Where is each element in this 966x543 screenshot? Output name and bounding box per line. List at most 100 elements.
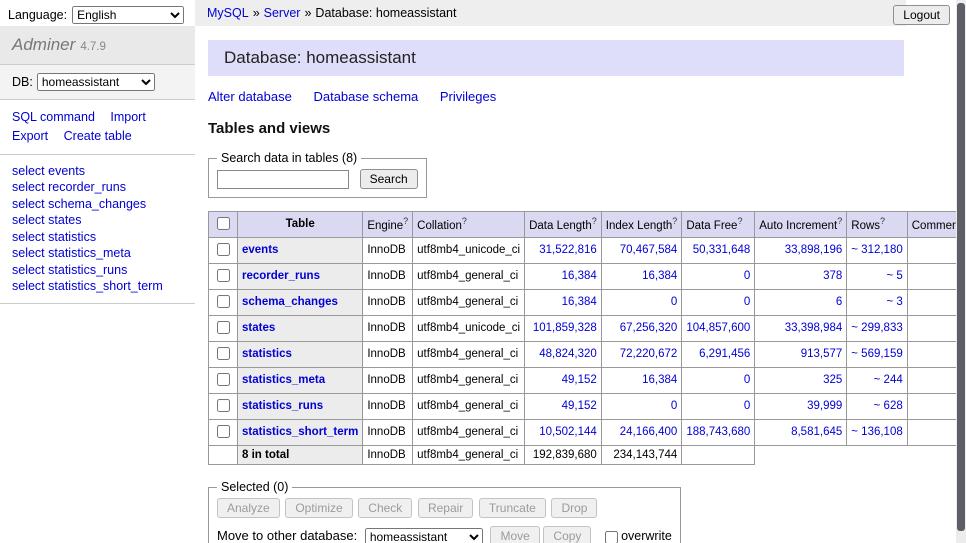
table-link[interactable]: statistics	[242, 348, 292, 360]
database-schema-link[interactable]: Database schema	[313, 89, 418, 104]
sidebar-table-link[interactable]: schema_changes	[48, 197, 146, 211]
index-length-link[interactable]: 70,467,584	[620, 244, 678, 256]
help-link[interactable]: ?	[672, 216, 677, 226]
data-free-link[interactable]: 6,291,456	[699, 348, 750, 360]
help-link[interactable]: ?	[403, 216, 408, 226]
row-checkbox[interactable]	[217, 321, 230, 334]
row-checkbox[interactable]	[217, 243, 230, 256]
select-all-checkbox[interactable]	[217, 217, 230, 230]
auto-increment-link[interactable]: 39,999	[807, 400, 842, 412]
rows-count-link[interactable]: ~ 136,108	[851, 426, 902, 438]
rows-count-link[interactable]: ~ 299,833	[851, 322, 902, 334]
rows-count-link[interactable]: ~ 5	[886, 270, 902, 282]
data-free-link[interactable]: 0	[744, 400, 750, 412]
truncate-button[interactable]: Truncate	[479, 498, 546, 518]
help-link[interactable]: ?	[462, 216, 467, 226]
search-input[interactable]	[217, 170, 349, 189]
help-link[interactable]: ?	[880, 216, 885, 226]
db-select[interactable]: homeassistant	[37, 73, 155, 91]
check-button[interactable]: Check	[358, 498, 412, 518]
table-link[interactable]: recorder_runs	[242, 270, 320, 282]
breadcrumb-server-link[interactable]: Server	[264, 6, 301, 20]
move-button[interactable]: Move	[490, 526, 539, 543]
data-length-link[interactable]: 101,859,328	[533, 322, 597, 334]
alter-database-link[interactable]: Alter database	[208, 89, 292, 104]
rows-count-link[interactable]: ~ 244	[874, 374, 903, 386]
index-length-link[interactable]: 0	[671, 400, 677, 412]
copy-button[interactable]: Copy	[543, 526, 591, 543]
sidebar-import-link[interactable]: Import	[110, 108, 145, 127]
select-link[interactable]: select	[12, 230, 45, 244]
data-length-link[interactable]: 10,502,144	[539, 426, 597, 438]
sidebar-table-link[interactable]: states	[48, 213, 81, 227]
table-link[interactable]: schema_changes	[242, 296, 338, 308]
select-link[interactable]: select	[12, 197, 45, 211]
analyze-button[interactable]: Analyze	[217, 498, 280, 518]
search-button[interactable]: Search	[360, 169, 418, 189]
rows-count-link[interactable]: ~ 312,180	[851, 244, 902, 256]
index-length-link[interactable]: 72,220,672	[620, 348, 678, 360]
data-free-link[interactable]: 188,743,680	[686, 426, 750, 438]
row-checkbox[interactable]	[217, 399, 230, 412]
sidebar-table-link[interactable]: recorder_runs	[48, 180, 126, 194]
table-link[interactable]: statistics_short_term	[242, 426, 358, 438]
auto-increment-link[interactable]: 33,398,984	[785, 322, 843, 334]
sidebar-sql-command-link[interactable]: SQL command	[12, 108, 95, 127]
auto-increment-link[interactable]: 33,898,196	[785, 244, 843, 256]
help-link[interactable]: ?	[737, 216, 742, 226]
sidebar-create-table-link[interactable]: Create table	[64, 127, 132, 146]
row-checkbox[interactable]	[217, 347, 230, 360]
data-length-link[interactable]: 16,384	[562, 270, 597, 282]
scrollbar-thumb[interactable]	[957, 3, 965, 531]
repair-button[interactable]: Repair	[418, 498, 473, 518]
select-link[interactable]: select	[12, 180, 45, 194]
select-link[interactable]: select	[12, 164, 45, 178]
table-link[interactable]: states	[242, 322, 275, 334]
data-length-link[interactable]: 31,522,816	[539, 244, 597, 256]
row-checkbox[interactable]	[217, 425, 230, 438]
rows-count-link[interactable]: ~ 628	[874, 400, 903, 412]
sidebar-table-link[interactable]: statistics	[48, 230, 96, 244]
auto-increment-link[interactable]: 8,581,645	[791, 426, 842, 438]
rows-count-link[interactable]: ~ 3	[886, 296, 902, 308]
index-length-link[interactable]: 0	[671, 296, 677, 308]
vertical-scrollbar[interactable]	[956, 0, 966, 543]
data-length-link[interactable]: 49,152	[562, 374, 597, 386]
sidebar-table-link[interactable]: statistics_meta	[48, 246, 131, 260]
select-link[interactable]: select	[12, 263, 45, 277]
data-free-link[interactable]: 0	[744, 374, 750, 386]
row-checkbox[interactable]	[217, 373, 230, 386]
select-link[interactable]: select	[12, 213, 45, 227]
select-link[interactable]: select	[12, 246, 45, 260]
row-checkbox[interactable]	[217, 295, 230, 308]
sidebar-table-link[interactable]: statistics_short_term	[48, 279, 163, 293]
select-link[interactable]: select	[12, 279, 45, 293]
drop-button[interactable]: Drop	[551, 498, 597, 518]
table-link[interactable]: statistics_runs	[242, 400, 323, 412]
auto-increment-link[interactable]: 6	[836, 296, 842, 308]
help-link[interactable]: ?	[837, 216, 842, 226]
adminer-logo-link[interactable]: Adminer4.7.9	[12, 35, 106, 54]
index-length-link[interactable]: 16,384	[642, 270, 677, 282]
logout-button[interactable]: Logout	[893, 5, 950, 25]
sidebar-export-link[interactable]: Export	[12, 127, 48, 146]
sidebar-table-link[interactable]: statistics_runs	[48, 263, 127, 277]
help-link[interactable]: ?	[592, 216, 597, 226]
rows-count-link[interactable]: ~ 569,159	[851, 348, 902, 360]
data-length-link[interactable]: 48,824,320	[539, 348, 597, 360]
data-length-link[interactable]: 16,384	[562, 296, 597, 308]
index-length-link[interactable]: 67,256,320	[620, 322, 678, 334]
language-select[interactable]: English	[72, 6, 184, 24]
auto-increment-link[interactable]: 325	[823, 374, 842, 386]
privileges-link[interactable]: Privileges	[440, 89, 496, 104]
sidebar-table-link[interactable]: events	[48, 164, 85, 178]
table-link[interactable]: events	[242, 244, 278, 256]
data-free-link[interactable]: 0	[744, 296, 750, 308]
index-length-link[interactable]: 24,166,400	[620, 426, 678, 438]
table-link[interactable]: statistics_meta	[242, 374, 325, 386]
move-db-select[interactable]: homeassistant	[365, 528, 483, 543]
data-free-link[interactable]: 50,331,648	[693, 244, 751, 256]
data-free-link[interactable]: 104,857,600	[686, 322, 750, 334]
data-length-link[interactable]: 49,152	[562, 400, 597, 412]
row-checkbox[interactable]	[217, 269, 230, 282]
